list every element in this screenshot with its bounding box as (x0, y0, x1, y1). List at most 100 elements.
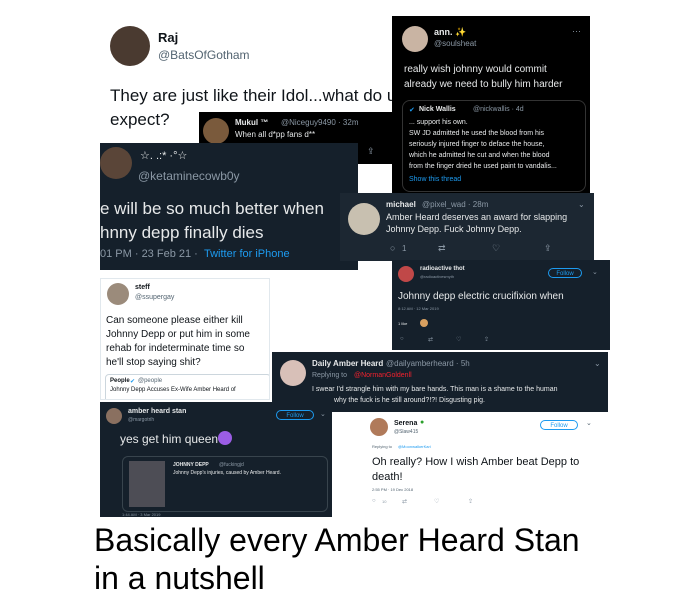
tweet-steff: steff @ssupergay Can someone please eith… (100, 278, 270, 400)
avatar[interactable] (110, 26, 150, 66)
tweet-radioactive: radioactive thot @radioactivesmyth Follo… (392, 260, 610, 350)
avatar[interactable] (100, 147, 132, 179)
tweet-text: Can someone please either kill (106, 315, 243, 326)
chevron-down-icon[interactable]: ⌄ (594, 359, 601, 368)
chevron-down-icon[interactable]: ⌄ (592, 268, 598, 276)
quote-text: SW JD admitted he used the blood from hi… (409, 130, 545, 137)
display-name[interactable]: Mukul ™ (235, 118, 268, 127)
avatar[interactable] (348, 203, 380, 235)
quote-text: seriously injured finger to deface the h… (409, 141, 545, 148)
handle[interactable]: @margotrih (128, 417, 154, 423)
tweet-text: why the fuck is he still around?!?! Disg… (334, 397, 485, 404)
handle[interactable]: @Niceguy9490 · 32m (281, 118, 359, 127)
reply-context: Replying to (372, 444, 393, 449)
avatar[interactable] (280, 360, 306, 386)
quoted-tweet[interactable]: JOHNNY DEPP @fuckingjd Johnny Depp's inj… (122, 456, 328, 512)
tweet-text: expect? (110, 110, 170, 129)
quote-handle: @fuckingjd (219, 462, 244, 468)
handle[interactable]: @ketaminecowb0y (138, 169, 240, 183)
tweet-text: Johnny Depp or put him in some (106, 329, 250, 340)
display-name[interactable]: steff (135, 284, 150, 291)
chevron-down-icon[interactable]: ⌄ (578, 200, 585, 209)
tweet-text: I swear I'd strangle him with my bare ha… (312, 386, 558, 393)
handle[interactable]: @BatsOfGotham (158, 48, 250, 62)
avatar[interactable] (107, 283, 129, 305)
tweet-text: e will be so much better when (100, 199, 324, 218)
like-icon[interactable]: ♡ (456, 336, 461, 343)
share-icon[interactable]: ⇪ (544, 243, 552, 254)
avatar[interactable] (203, 118, 229, 144)
handle[interactable]: @soulsheat (434, 39, 476, 48)
source-link[interactable]: Twitter for iPhone (204, 248, 290, 260)
timestamp: 2:55 PM · 19 Dec 2018 (372, 487, 414, 492)
retweet-icon[interactable]: ⇄ (428, 336, 433, 343)
share-icon[interactable]: ⇪ (468, 498, 473, 505)
tweet-text: really wish johnny would commit (404, 64, 547, 75)
handle[interactable]: @dailyamberheard · 5h (386, 359, 470, 368)
tweet-text: They are just like their Idol...what do … (110, 86, 397, 105)
display-name[interactable]: Raj (158, 30, 178, 45)
chevron-down-icon[interactable]: ⌄ (320, 410, 326, 418)
follow-button[interactable]: Follow (540, 420, 578, 430)
avatar[interactable] (370, 418, 388, 436)
tweet-text: Amber Heard deserves an award for slappi… (386, 212, 568, 222)
reply-count: 1 (402, 244, 407, 253)
reply-icon[interactable]: ○ (390, 243, 395, 253)
timestamp: 8:12 AM · 12 Mar 2019 (398, 306, 439, 311)
tweet-text: he'll stop saying shit? (106, 357, 201, 368)
like-icon[interactable]: ♡ (492, 243, 500, 254)
timestamp: 1:44 AM · 3 Mar 2019 (122, 512, 161, 517)
display-name[interactable]: amber heard stan (128, 408, 186, 415)
tweet-text: Oh really? How I wish Amber beat Depp to (372, 456, 580, 468)
quote-text: ... support his own. (409, 119, 468, 126)
follow-button[interactable]: Follow (276, 410, 314, 420)
tweet-amber-heard-stan: amber heard stan @margotrih Follow ⌄ yes… (100, 402, 332, 517)
verified-badge-icon: ● (420, 419, 425, 426)
caption-line: in a nutshell (94, 560, 265, 596)
tweet-serena: Serena ● @Slaw415 Follow ⌄ Replying to @… (360, 412, 608, 518)
like-count: 1 like (398, 321, 408, 326)
avatar[interactable] (402, 26, 428, 52)
tweet-ann: ann. ✨ @soulsheat ··· really wish johnny… (392, 16, 590, 194)
display-name[interactable]: Serena (394, 420, 417, 427)
display-name[interactable]: radioactive thot (420, 266, 465, 272)
show-thread-link[interactable]: Show this thread (409, 176, 461, 183)
reply-to-handle[interactable]: @MoonwalkerKari (398, 444, 431, 449)
handle[interactable]: @ssupergay (135, 294, 174, 301)
quote-text: Johnny Depp's injuries, caused by Amber … (173, 470, 281, 476)
quote-text: from the finger dried he used paint to v… (409, 163, 557, 170)
retweet-icon[interactable]: ⇄ (438, 243, 446, 254)
share-icon[interactable]: ⇪ (367, 146, 375, 157)
verified-icon: ✔ (409, 107, 415, 114)
tweet-text: already we need to bully him harder (404, 79, 563, 90)
follow-button[interactable]: Follow (548, 268, 582, 278)
quote-image (129, 461, 165, 507)
display-name[interactable]: Daily Amber Heard (312, 359, 383, 368)
chevron-down-icon[interactable]: ⌄ (586, 419, 592, 427)
avatar[interactable] (106, 408, 122, 424)
more-icon[interactable]: ··· (572, 26, 581, 36)
handle[interactable]: @pixel_wad · 28m (422, 200, 488, 209)
tweet-text: rehab for indeterminate time so (106, 343, 245, 354)
reply-count: 10 (382, 499, 387, 504)
quoted-tweet[interactable]: ✔ Nick Wallis @nickwallis · 4d ... suppo… (402, 100, 586, 192)
quote-text: Johnny Depp Accuses Ex-Wife Amber Heard … (110, 387, 236, 393)
handle[interactable]: @radioactivesmyth (420, 274, 454, 279)
avatar[interactable] (398, 266, 414, 282)
tweet-michael: michael @pixel_wad · 28m ⌄ Amber Heard d… (340, 193, 594, 261)
reply-to-handle[interactable]: @NormanGoldenll (354, 372, 412, 379)
share-icon[interactable]: ⇪ (484, 336, 489, 343)
display-name[interactable]: ☆. .:* ·°☆ (140, 149, 187, 162)
quoted-tweet[interactable]: People ✔ @people Johnny Depp Accuses Ex-… (105, 374, 269, 399)
display-name[interactable]: ann. ✨ (434, 27, 466, 38)
like-icon[interactable]: ♡ (434, 498, 439, 505)
display-name[interactable]: michael (386, 200, 416, 209)
retweet-icon[interactable]: ⇄ (402, 498, 407, 505)
reply-icon[interactable]: ○ (400, 336, 404, 342)
avatar (420, 319, 428, 327)
quote-name: JOHNNY DEPP (173, 462, 209, 468)
tweet-text: yes get him queen (120, 432, 219, 446)
tweet-text: When all d*pp fans d** (235, 130, 316, 139)
reply-icon[interactable]: ○ (372, 498, 376, 504)
handle[interactable]: @Slaw415 (394, 429, 418, 435)
